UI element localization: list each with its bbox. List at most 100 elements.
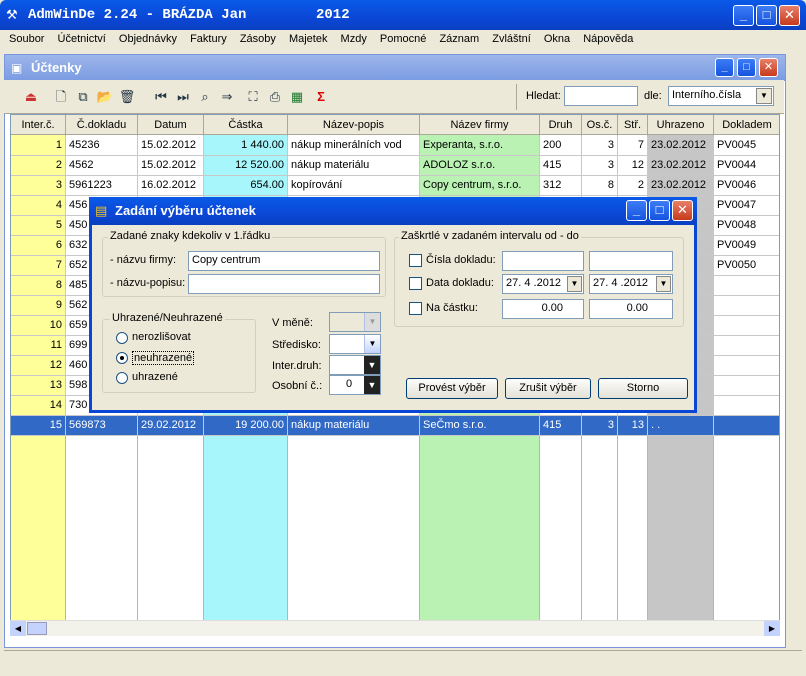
cell-inter[interactable]: 15	[11, 416, 66, 435]
cell-dokladem[interactable]: PV0045	[714, 136, 779, 155]
person-chevron-icon[interactable]: ▼	[364, 376, 380, 394]
cell-inter[interactable]: 5	[11, 216, 66, 235]
cell-dokladem[interactable]: PV0048	[714, 216, 779, 235]
cell-druh[interactable]: 200	[540, 136, 582, 155]
date-from-chevron-icon[interactable]: ▼	[567, 276, 582, 292]
cell-datum[interactable]: 15.02.2012	[138, 136, 204, 155]
amount-from-input[interactable]: 0.00	[502, 299, 584, 319]
cell-datum[interactable]: 29.02.2012	[138, 416, 204, 435]
center-chevron-icon[interactable]: ▼	[364, 335, 380, 353]
cell-castka[interactable]: 12 520.00	[204, 156, 288, 175]
menu-majetek[interactable]: Majetek	[284, 30, 333, 45]
cell-dokladem[interactable]: PV0050	[714, 256, 779, 275]
cell-dokladem[interactable]	[714, 376, 779, 395]
doc-numbers-checkbox[interactable]	[409, 254, 422, 267]
date-from-input[interactable]: 27. 4 .2012 ▼	[502, 274, 584, 294]
header-os[interactable]: Os.č.	[582, 115, 618, 135]
apply-selection-button[interactable]: Provést výběr	[406, 378, 498, 399]
cell-inter[interactable]: 4	[11, 196, 66, 215]
cell-str[interactable]: 7	[618, 136, 648, 155]
cell-inter[interactable]: 8	[11, 276, 66, 295]
menu-soubor[interactable]: Soubor	[4, 30, 49, 45]
cell-dokladem[interactable]: PV0046	[714, 176, 779, 195]
cell-str[interactable]: 2	[618, 176, 648, 195]
copy-icon[interactable]: ⧉	[74, 88, 92, 106]
menu-ucetnictvi[interactable]: Účetnictví	[53, 30, 111, 45]
cell-uhrazeno[interactable]: 23.02.2012	[648, 156, 714, 175]
storno-button[interactable]: Storno	[598, 378, 688, 399]
radio-uhrazene[interactable]	[116, 372, 128, 384]
header-firma[interactable]: Název firmy	[420, 115, 540, 135]
menu-zaznam[interactable]: Záznam	[434, 30, 484, 45]
cell-inter[interactable]: 1	[11, 136, 66, 155]
first-record-icon[interactable]: ⏮	[152, 88, 170, 106]
cell-inter[interactable]: 9	[11, 296, 66, 315]
cell-popis[interactable]: kopírování	[288, 176, 420, 195]
cell-dokladem[interactable]	[714, 336, 779, 355]
header-str[interactable]: Stř.	[618, 115, 648, 135]
cell-os[interactable]: 3	[582, 136, 618, 155]
arrow-right-icon[interactable]: ⇒	[218, 88, 236, 106]
child-minimize-button[interactable]: _	[715, 58, 734, 77]
doc-number-to[interactable]	[589, 251, 673, 271]
cell-doklad[interactable]: 569873	[66, 416, 138, 435]
radio-neuhrazene[interactable]	[116, 352, 128, 364]
child-maximize-button[interactable]: □	[737, 58, 756, 77]
cell-doklad[interactable]: 4562	[66, 156, 138, 175]
dialog-maximize-button[interactable]: □	[649, 200, 670, 221]
cell-doklad[interactable]: 45236	[66, 136, 138, 155]
cell-os[interactable]: 3	[582, 156, 618, 175]
table-row[interactable]: 2 4562 15.02.2012 12 520.00 nákup materiálu A…	[11, 156, 779, 176]
cell-popis[interactable]: nákup materiálu	[288, 156, 420, 175]
cell-dokladem[interactable]	[714, 416, 779, 435]
chevron-down-icon[interactable]: ▼	[756, 88, 772, 104]
cell-doklad[interactable]: 5961223	[66, 176, 138, 195]
cell-dokladem[interactable]: PV0047	[714, 196, 779, 215]
radio-nerozlisovat[interactable]	[116, 332, 128, 344]
child-close-button[interactable]: ✕	[759, 58, 778, 77]
cell-inter[interactable]: 6	[11, 236, 66, 255]
cell-castka[interactable]: 1 440.00	[204, 136, 288, 155]
menu-okna[interactable]: Okna	[539, 30, 575, 45]
type-chevron-icon[interactable]: ▼	[364, 356, 380, 374]
cell-inter[interactable]: 2	[11, 156, 66, 175]
cell-os[interactable]: 3	[582, 416, 618, 435]
open-folder-icon[interactable]: 📂	[96, 88, 114, 106]
type-select[interactable]: ▼	[329, 355, 381, 375]
excel-export-icon[interactable]: ▦	[288, 88, 306, 106]
search-input[interactable]	[564, 86, 638, 106]
dialog-close-button[interactable]: ✕	[672, 200, 693, 221]
cell-inter[interactable]: 12	[11, 356, 66, 375]
header-dokladem[interactable]: Dokladem	[714, 115, 779, 135]
table-row[interactable]: 15 569873 29.02.2012 19 200.00 nákup materiá…	[11, 416, 779, 436]
cell-datum[interactable]: 15.02.2012	[138, 156, 204, 175]
table-row[interactable]: 1 45236 15.02.2012 1 440.00 nákup minerálníc…	[11, 136, 779, 156]
last-record-icon[interactable]: ⏭	[174, 88, 192, 106]
cell-dokladem[interactable]	[714, 396, 779, 415]
exit-icon[interactable]: ⏏	[22, 88, 40, 106]
cell-inter[interactable]: 14	[11, 396, 66, 415]
description-input[interactable]	[188, 274, 380, 294]
cell-dokladem[interactable]	[714, 296, 779, 315]
menu-zvlastni[interactable]: Zvláštní	[487, 30, 536, 45]
cell-firma[interactable]: Copy centrum, s.r.o.	[420, 176, 540, 195]
center-select[interactable]: ▼	[329, 334, 381, 354]
cell-os[interactable]: 8	[582, 176, 618, 195]
cell-inter[interactable]: 7	[11, 256, 66, 275]
cell-dokladem[interactable]: PV0049	[714, 236, 779, 255]
cell-castka[interactable]: 654.00	[204, 176, 288, 195]
cell-castka[interactable]: 19 200.00	[204, 416, 288, 435]
cell-dokladem[interactable]: PV0044	[714, 156, 779, 175]
scroll-thumb[interactable]	[27, 622, 47, 635]
minimize-button[interactable]: _	[733, 5, 754, 26]
header-castka[interactable]: Částka	[204, 115, 288, 135]
menu-napoveda[interactable]: Nápověda	[578, 30, 638, 45]
cell-firma[interactable]: Experanta, s.r.o.	[420, 136, 540, 155]
cell-druh[interactable]: 415	[540, 156, 582, 175]
header-doklad[interactable]: Č.dokladu	[66, 115, 138, 135]
cell-uhrazeno[interactable]: . .	[648, 416, 714, 435]
cell-popis[interactable]: nákup materiálu	[288, 416, 420, 435]
amount-to-input[interactable]: 0.00	[589, 299, 673, 319]
cell-firma[interactable]: SeČmo s.r.o.	[420, 416, 540, 435]
cell-dokladem[interactable]	[714, 356, 779, 375]
